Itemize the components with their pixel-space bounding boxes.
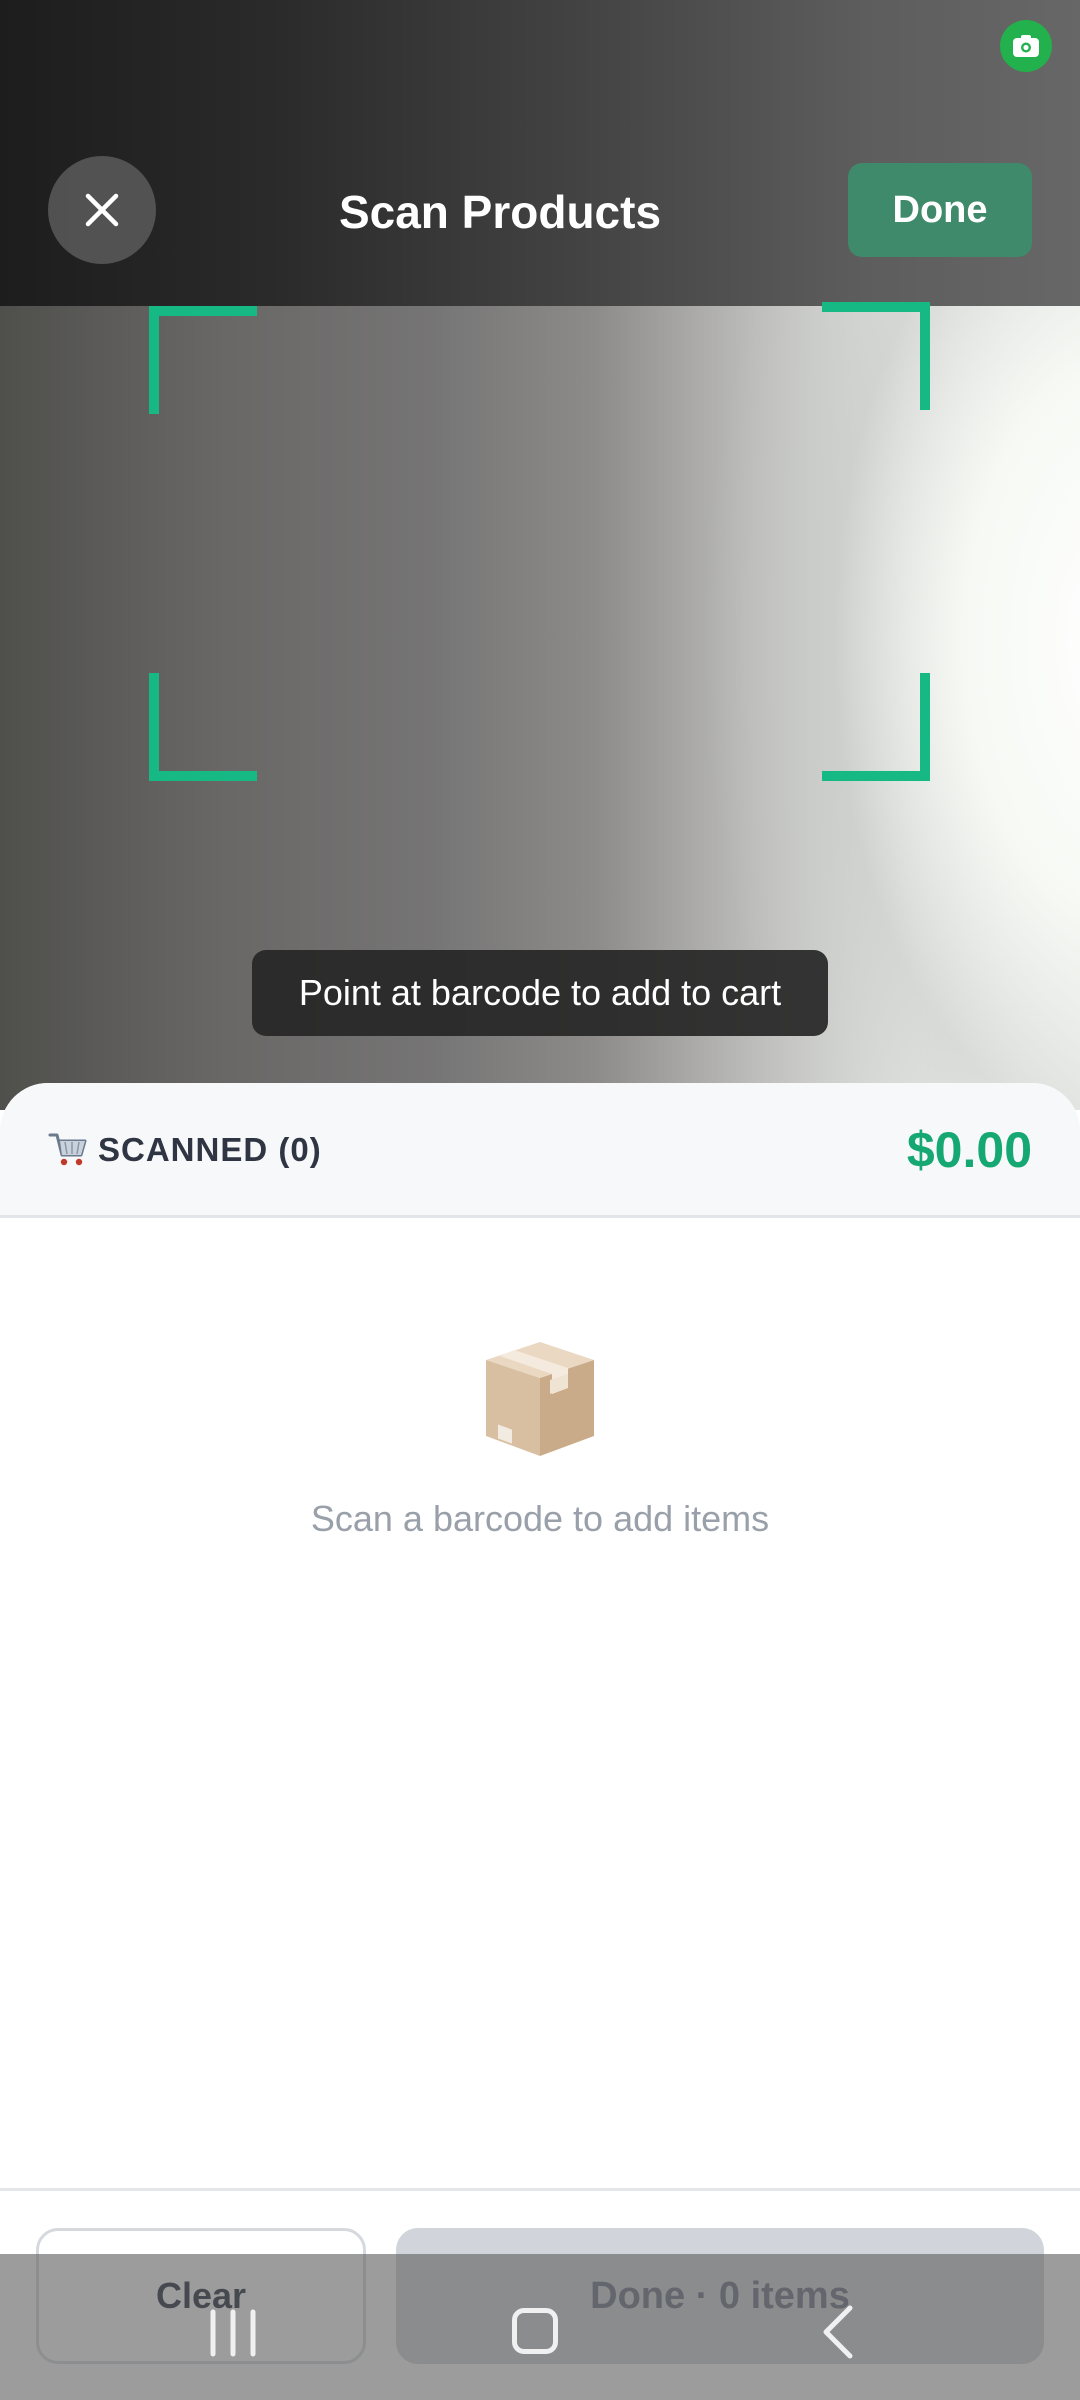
close-icon — [85, 193, 119, 227]
empty-state-message: Scan a barcode to add items — [310, 1498, 770, 1539]
scan-frame-corner-bottom-left — [149, 673, 257, 781]
close-button[interactable] — [48, 156, 156, 264]
camera-in-use-icon — [1000, 20, 1052, 72]
scanned-count-label: SCANNED (0) — [98, 1131, 322, 1168]
package-box-icon — [486, 1342, 594, 1456]
scan-hint: Point at barcode to add to cart — [252, 950, 828, 1036]
sheet-header: SCANNED (0) $0.00 — [0, 1083, 1080, 1218]
camera-top-overlay — [0, 0, 1080, 306]
recent-apps-icon[interactable] — [205, 2308, 261, 2358]
camera-preview: Scan Products Done Point at barcode to a… — [0, 0, 1080, 1110]
scan-frame-corner-top-left — [149, 306, 257, 414]
scanned-items-sheet: SCANNED (0) $0.00 Scan a barcode to add … — [0, 1083, 1080, 2400]
footer-divider — [0, 2188, 1080, 2191]
home-icon[interactable] — [512, 2308, 558, 2354]
shopping-cart-icon — [48, 1133, 87, 1166]
system-navigation-bar — [0, 2254, 1080, 2400]
scan-frame-corner-top-right — [822, 302, 930, 410]
page-title: Scan Products — [338, 186, 662, 238]
back-icon[interactable] — [818, 2304, 858, 2360]
done-button[interactable]: Done — [848, 163, 1032, 257]
cart-total: $0.00 — [906, 1122, 1032, 1178]
scan-frame-corner-bottom-right — [822, 673, 930, 781]
